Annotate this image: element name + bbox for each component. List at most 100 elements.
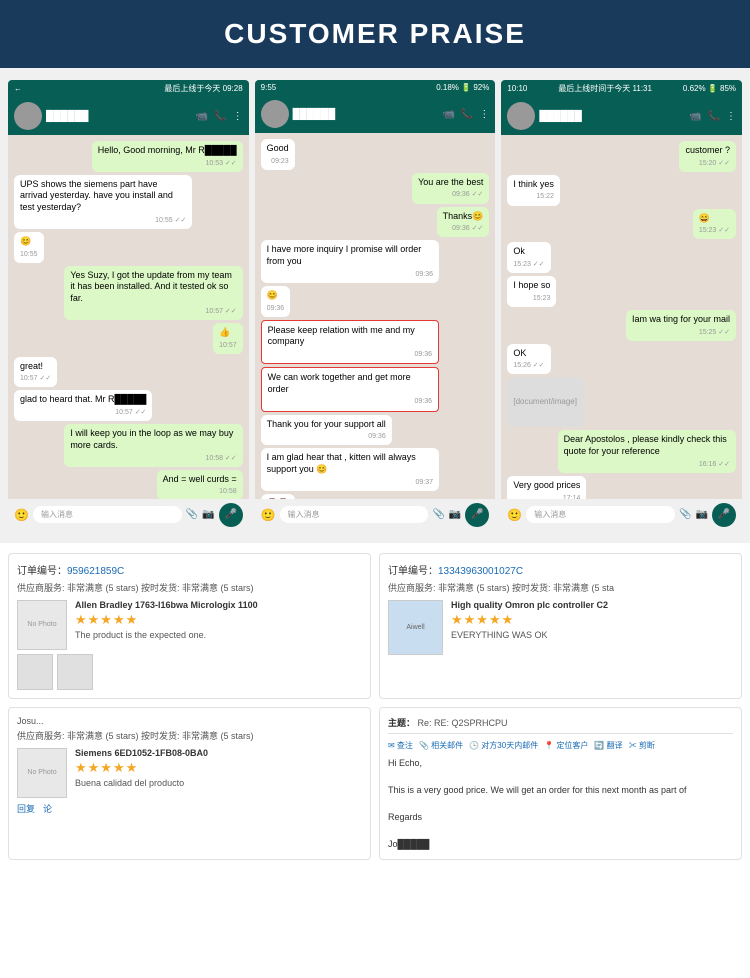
chat1-phone-icon[interactable]: 📞 bbox=[214, 111, 226, 122]
chat1-icons[interactable]: 📹 📞 ⋮ bbox=[196, 111, 243, 122]
review-card-2: 订单编号：13343963001027C 供应商服务: 非常满意 (5 star… bbox=[379, 553, 742, 699]
chat3-msg-8: [document/image] bbox=[507, 377, 583, 427]
review1-product-name: Allen Bradley 1763-l16bwa Micrologix 110… bbox=[75, 600, 362, 610]
chat3-status-bar: 10:10 最后上线时间于今天 11:31 0.62% 🔋 85% bbox=[501, 80, 742, 97]
chat1-more-icon[interactable]: ⋮ bbox=[233, 111, 243, 122]
chat-box-3: 10:10 最后上线时间于今天 11:31 0.62% 🔋 85% ██████… bbox=[501, 80, 742, 531]
review2-stars: ★★★★★ bbox=[451, 612, 733, 628]
review3-meta: 供应商服务: 非常满意 (5 stars) 按时发货: 非常满意 (5 star… bbox=[17, 729, 362, 742]
review1-meta: 供应商服务: 非常满意 (5 stars) 按时发货: 非常满意 (5 star… bbox=[17, 581, 362, 594]
chat3-messages: customer ? 15:20 ✓✓ I think yes 15:22 😄 … bbox=[501, 135, 742, 513]
reviews-section: 订单编号：959621859C 供应商服务: 非常满意 (5 stars) 按时… bbox=[0, 543, 750, 871]
email-tool-4[interactable]: 📍 定位客户 bbox=[544, 740, 588, 751]
chat1-status-bar: ← 最后上线于今天 09:28 bbox=[8, 80, 249, 97]
review3-product-row: No Photo Siemens 6ED1052-1FB08-0BA0 ★★★★… bbox=[17, 748, 362, 798]
review3-product-info: Siemens 6ED1052-1FB08-0BA0 ★★★★★ Buena c… bbox=[75, 748, 362, 798]
chat-box-2: 9:55 0.18% 🔋 92% ██████ 📹 📞 ⋮ Good 09:23… bbox=[255, 80, 496, 531]
chat1-input-bar[interactable]: 🙂 输入消息 📎 📷 🎤 bbox=[8, 499, 249, 531]
chat1-emoji-icon[interactable]: 🙂 bbox=[14, 508, 29, 522]
email-body-text: This is a very good price. We will get a… bbox=[388, 784, 733, 798]
review2-comment: EVERYTHING WAS OK bbox=[451, 630, 733, 640]
review3-product-name: Siemens 6ED1052-1FB08-0BA0 bbox=[75, 748, 362, 758]
chat1-msg-4: Yes Suzy, I got the update from my team … bbox=[64, 266, 242, 320]
chat3-msg-1: customer ? 15:20 ✓✓ bbox=[679, 141, 736, 172]
chat3-camera-icon[interactable]: 📷 bbox=[696, 509, 708, 520]
chat3-input-bar[interactable]: 🙂 输入消息 📎 📷 🎤 bbox=[501, 499, 742, 531]
chat1-camera-icon[interactable]: 📷 bbox=[202, 509, 214, 520]
review2-product-name: High quality Omron plc controller C2 bbox=[451, 600, 733, 610]
review1-order-num: 订单编号：959621859C bbox=[17, 562, 362, 577]
chat2-msg-3: Thanks😊 09:36 ✓✓ bbox=[437, 207, 490, 238]
chat3-info: ██████ bbox=[539, 111, 685, 122]
chat2-phone-icon[interactable]: 📞 bbox=[461, 109, 473, 120]
email-tool-3[interactable]: 🕒 对方30天内邮件 bbox=[469, 740, 538, 751]
chat2-video-icon[interactable]: 📹 bbox=[442, 109, 454, 120]
review3-stars: ★★★★★ bbox=[75, 760, 362, 776]
chat2-msg-7: We can work together and get more order … bbox=[261, 367, 439, 411]
email-toolbar[interactable]: ✉ 查注 📎 相关邮件 🕒 对方30天内邮件 📍 定位客户 🔄 翻译 ✂ 剪断 bbox=[388, 740, 733, 751]
chat3-mic-button[interactable]: 🎤 bbox=[712, 503, 736, 527]
chat1-msg-3: 😊 10:55 bbox=[14, 232, 44, 263]
review3-reply-link[interactable]: 回复 bbox=[17, 802, 35, 815]
chat3-emoji-icon[interactable]: 🙂 bbox=[507, 508, 522, 522]
chat1-attach-icon[interactable]: 📎 bbox=[186, 509, 198, 520]
email-tool-2[interactable]: 📎 相关邮件 bbox=[419, 740, 463, 751]
chat1-msg-5: 👍 10:57 bbox=[213, 323, 243, 354]
chat1-video-icon[interactable]: 📹 bbox=[196, 111, 208, 122]
chat3-msg-6: Iam wa ting for your mail 15:25 ✓✓ bbox=[626, 310, 736, 341]
chat3-video-icon[interactable]: 📹 bbox=[689, 111, 701, 122]
chat3-avatar bbox=[507, 102, 535, 130]
email-regards: Regards bbox=[388, 811, 733, 825]
review1-product-info: Allen Bradley 1763-l16bwa Micrologix 110… bbox=[75, 600, 362, 650]
chat1-input[interactable]: 输入消息 bbox=[33, 506, 182, 523]
chat3-attach-icon[interactable]: 📎 bbox=[679, 509, 691, 520]
email-card: 主题： Re: RE: Q2SPRHCPU ✉ 查注 📎 相关邮件 🕒 对方30… bbox=[379, 707, 742, 861]
chat3-input[interactable]: 输入消息 bbox=[526, 506, 675, 523]
chat2-attach-icon[interactable]: 📎 bbox=[432, 509, 444, 520]
chat3-name: ██████ bbox=[539, 111, 685, 122]
chat3-msg-7: OK 15:26 ✓✓ bbox=[507, 344, 550, 375]
chat1-msg-8: I will keep you in the loop as we may bu… bbox=[64, 424, 242, 466]
review1-thumb-2 bbox=[57, 654, 93, 690]
review2-product-row: Aiwell High quality Omron plc controller… bbox=[388, 600, 733, 655]
chat1-msg-6: great! 10:57 ✓✓ bbox=[14, 357, 57, 388]
email-tool-6[interactable]: ✂ 剪断 bbox=[629, 740, 655, 751]
chat2-msg-2: You are the best 09:36 ✓✓ bbox=[412, 173, 489, 204]
chat2-status-bar: 9:55 0.18% 🔋 92% bbox=[255, 80, 496, 95]
email-tool-1[interactable]: ✉ 查注 bbox=[388, 740, 413, 751]
chat1-status-text: 最后上线于今天 09:28 bbox=[164, 83, 242, 94]
chat3-more-icon[interactable]: ⋮ bbox=[726, 111, 736, 122]
email-tool-5[interactable]: 🔄 翻译 bbox=[594, 740, 622, 751]
review3-user: Josu... bbox=[17, 716, 362, 726]
chat2-icons[interactable]: 📹 📞 ⋮ bbox=[442, 109, 489, 120]
chat-box-1: ← 最后上线于今天 09:28 ██████ 📹 📞 ⋮ Hello, Good… bbox=[8, 80, 249, 531]
chat2-input-bar[interactable]: 🙂 输入消息 📎 📷 🎤 bbox=[255, 499, 496, 531]
chat1-mic-button[interactable]: 🎤 bbox=[219, 503, 243, 527]
chat2-camera-icon[interactable]: 📷 bbox=[449, 509, 461, 520]
chat1-messages: Hello, Good morning, Mr R█████ 10:53 ✓✓ … bbox=[8, 135, 249, 506]
chat2-input[interactable]: 输入消息 bbox=[280, 506, 429, 523]
review-card-1: 订单编号：959621859C 供应商服务: 非常满意 (5 stars) 按时… bbox=[8, 553, 371, 699]
email-subject: Re: RE: Q2SPRHCPU bbox=[418, 718, 508, 728]
chat3-phone-icon[interactable]: 📞 bbox=[708, 111, 720, 122]
chat2-more-icon[interactable]: ⋮ bbox=[479, 109, 489, 120]
chat1-name: ██████ bbox=[46, 111, 192, 122]
chat2-msg-4: I have more inquiry I promise will order… bbox=[261, 240, 439, 282]
review2-meta: 供应商服务: 非常满意 (5 stars) 按时发货: 非常满意 (5 sta bbox=[388, 581, 733, 594]
chat1-header: ██████ 📹 📞 ⋮ bbox=[8, 97, 249, 135]
review2-order-num: 订单编号：13343963001027C bbox=[388, 562, 733, 577]
email-subject-row: 主题： Re: RE: Q2SPRHCPU bbox=[388, 716, 733, 734]
chat2-name: ██████ bbox=[293, 109, 439, 120]
chat2-mic-button[interactable]: 🎤 bbox=[465, 503, 489, 527]
email-greeting: Hi Echo, bbox=[388, 757, 733, 771]
chat2-emoji-icon[interactable]: 🙂 bbox=[261, 508, 276, 522]
chat2-info: ██████ bbox=[293, 109, 439, 120]
chat2-msg-9: I am glad hear that , kitten will always… bbox=[261, 448, 439, 490]
review1-comment: The product is the expected one. bbox=[75, 630, 362, 640]
chat1-back[interactable]: ← bbox=[14, 84, 22, 93]
whatsapp-section: ← 最后上线于今天 09:28 ██████ 📹 📞 ⋮ Hello, Good… bbox=[0, 68, 750, 543]
chat1-msg-9: And = well curds = 10:58 bbox=[157, 470, 243, 501]
chat2-msg-6: Please keep relation with me and my comp… bbox=[261, 320, 439, 364]
chat3-icons[interactable]: 📹 📞 ⋮ bbox=[689, 111, 736, 122]
review3-discuss-link[interactable]: 论 bbox=[43, 802, 52, 815]
